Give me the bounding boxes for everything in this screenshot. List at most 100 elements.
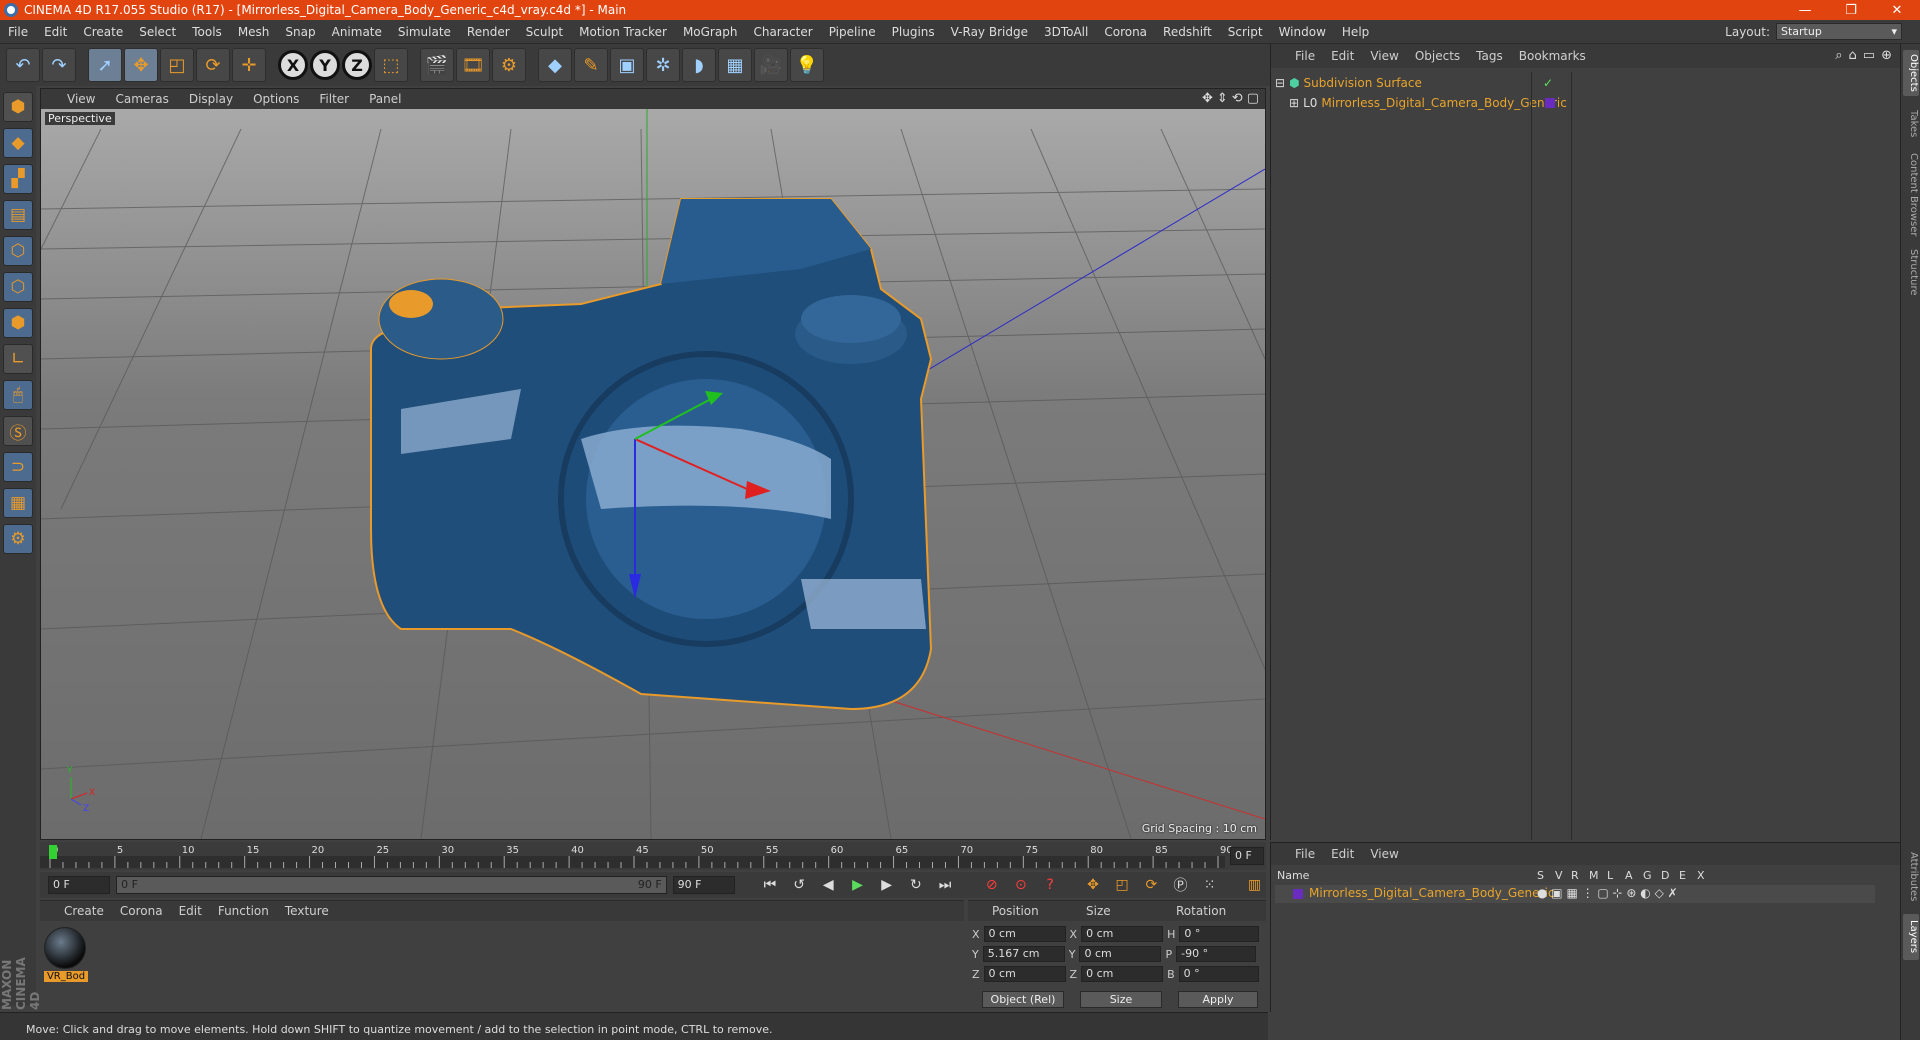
viewport-menu-cameras[interactable]: Cameras <box>105 92 178 106</box>
coordinate-mode-dropdown[interactable]: Object (Rel) <box>982 991 1064 1008</box>
rotate-tool-icon[interactable]: ⟳ <box>196 48 230 82</box>
material-menu-corona[interactable]: Corona <box>112 904 171 918</box>
autokey-icon[interactable]: ⊙ <box>1009 874 1032 896</box>
deformer-icon[interactable]: ◗ <box>682 48 716 82</box>
apply-button[interactable]: Apply <box>1178 991 1258 1008</box>
workplane-lock-icon[interactable]: ▦ <box>3 488 33 518</box>
close-button[interactable]: ✕ <box>1874 3 1920 18</box>
object-row-camera-body[interactable]: ⊞ L0 Mirrorless_Digital_Camera_Body_Gene… <box>1289 94 1567 112</box>
render-settings-icon[interactable]: ⚙ <box>492 48 526 82</box>
menu-script[interactable]: Script <box>1220 25 1271 39</box>
render-picture-viewer-icon[interactable]: 🎞 <box>456 48 490 82</box>
menu-motion-tracker[interactable]: Motion Tracker <box>571 25 675 39</box>
material-menu-texture[interactable]: Texture <box>277 904 337 918</box>
rotation-p-field[interactable]: -90 ° <box>1176 946 1257 962</box>
material-swatch[interactable]: VR_Bod <box>44 927 88 983</box>
menu-snap[interactable]: Snap <box>277 25 323 39</box>
render-view-icon[interactable]: 🎬 <box>420 48 454 82</box>
axis-mode-icon[interactable]: ∟ <box>3 344 33 374</box>
current-frame-field[interactable]: 0 F <box>1230 847 1264 865</box>
solo-mode-icon[interactable]: Ⓢ <box>3 416 33 446</box>
undo-icon[interactable]: ↶ <box>6 48 40 82</box>
select-tool-icon[interactable]: ➚ <box>88 48 122 82</box>
next-key-icon[interactable]: ↻ <box>904 874 927 896</box>
array-generator-icon[interactable]: ✲ <box>646 48 680 82</box>
menu-3dtoall[interactable]: 3DToAll <box>1036 25 1096 39</box>
move-tool-icon[interactable]: ✥ <box>124 48 158 82</box>
subdivision-generator-icon[interactable]: ▣ <box>610 48 644 82</box>
search-icon[interactable]: ⌕ <box>1835 48 1842 63</box>
position-y-field[interactable]: 5.167 cm <box>982 946 1065 962</box>
playhead[interactable] <box>49 845 57 859</box>
restore-button[interactable]: ❐ <box>1828 3 1874 18</box>
key-scale-icon[interactable]: ◰ <box>1111 874 1134 896</box>
layer-color-icon[interactable] <box>1293 889 1303 899</box>
menu-vray-bridge[interactable]: V-Ray Bridge <box>943 25 1036 39</box>
cube-primitive-icon[interactable]: ◆ <box>538 48 572 82</box>
scale-tool-icon[interactable]: ◰ <box>160 48 194 82</box>
layout-dropdown[interactable]: Startup <box>1776 23 1902 40</box>
menu-animate[interactable]: Animate <box>324 25 390 39</box>
timeline-ruler[interactable]: 051015202530354045505560657075808590 0 F <box>40 842 1266 870</box>
maximize-view-icon[interactable]: ▢ <box>1247 91 1259 106</box>
position-z-field[interactable]: 0 cm <box>983 966 1066 982</box>
texture-mode-icon[interactable]: ▞ <box>3 164 33 194</box>
spline-pen-icon[interactable]: ✎ <box>574 48 608 82</box>
object-menu-view[interactable]: View <box>1362 49 1406 63</box>
key-rotation-icon[interactable]: ⟳ <box>1140 874 1163 896</box>
menu-edit[interactable]: Edit <box>36 25 75 39</box>
menu-file[interactable]: File <box>0 25 36 39</box>
live-selection-icon[interactable]: ✛ <box>232 48 266 82</box>
viewport-canvas[interactable]: Y X Z Perspective Grid Spacing : 10 cm <box>40 109 1266 840</box>
range-slider[interactable]: 0 F 90 F <box>116 876 667 894</box>
light-icon[interactable]: 💡 <box>790 48 824 82</box>
tab-structure[interactable]: Structure <box>1903 244 1919 300</box>
keyframe-selection-icon[interactable]: ? <box>1039 874 1062 896</box>
play-icon[interactable]: ▶ <box>846 874 869 896</box>
object-menu-edit[interactable]: Edit <box>1323 49 1362 63</box>
key-parameter-icon[interactable]: Ⓟ <box>1169 874 1192 896</box>
start-frame-field[interactable]: 0 F <box>48 876 111 894</box>
model-mode-icon[interactable]: ◆ <box>3 128 33 158</box>
tab-content-browser[interactable]: Content Browser <box>1903 150 1919 240</box>
viewport-menu-options[interactable]: Options <box>243 92 309 106</box>
object-menu-tags[interactable]: Tags <box>1468 49 1511 63</box>
size-y-field[interactable]: 0 cm <box>1079 946 1162 962</box>
menu-help[interactable]: Help <box>1334 25 1377 39</box>
collapse-icon[interactable]: ⊟ <box>1275 76 1285 90</box>
enabled-check[interactable]: ✓ <box>1543 76 1553 90</box>
position-x-field[interactable]: 0 cm <box>983 926 1066 942</box>
points-mode-icon[interactable]: ⬡ <box>3 236 33 266</box>
pan-icon[interactable]: ✥ <box>1202 91 1213 106</box>
menu-tools[interactable]: Tools <box>184 25 230 39</box>
material-menu-edit[interactable]: Edit <box>171 904 210 918</box>
workplane-mode-icon[interactable]: ▤ <box>3 200 33 230</box>
size-mode-dropdown[interactable]: Size <box>1080 991 1162 1008</box>
dolly-icon[interactable]: ⇕ <box>1217 91 1228 106</box>
viewport-menu-view[interactable]: View <box>57 92 105 106</box>
size-z-field[interactable]: 0 cm <box>1081 966 1164 982</box>
z-axis-lock-icon[interactable]: Z <box>342 50 372 80</box>
menu-plugins[interactable]: Plugins <box>884 25 943 39</box>
previous-frame-icon[interactable]: ◀ <box>817 874 840 896</box>
menu-select[interactable]: Select <box>131 25 184 39</box>
menu-pipeline[interactable]: Pipeline <box>821 25 884 39</box>
key-pla-icon[interactable]: ⁙ <box>1198 874 1221 896</box>
menu-redshift[interactable]: Redshift <box>1155 25 1220 39</box>
expand-icon[interactable]: ⊞ <box>1289 96 1299 110</box>
redo-icon[interactable]: ↷ <box>42 48 76 82</box>
viewport-menu-filter[interactable]: Filter <box>309 92 359 106</box>
layer-menu-file[interactable]: File <box>1287 847 1323 861</box>
object-menu-objects[interactable]: Objects <box>1407 49 1468 63</box>
material-menu-create[interactable]: Create <box>56 904 112 918</box>
polygons-mode-icon[interactable]: ⬢ <box>3 308 33 338</box>
new-window-icon[interactable]: ▭ <box>1863 48 1875 63</box>
rotation-h-field[interactable]: 0 ° <box>1179 926 1260 942</box>
material-tag-icon[interactable] <box>1545 98 1555 108</box>
menu-character[interactable]: Character <box>745 25 820 39</box>
camera-body-model[interactable] <box>370 198 933 711</box>
edges-mode-icon[interactable]: ⬡ <box>3 272 33 302</box>
layer-menu-view[interactable]: View <box>1362 847 1406 861</box>
go-to-start-icon[interactable]: ⏮ <box>758 874 781 896</box>
floor-scene-icon[interactable]: ▦ <box>718 48 752 82</box>
